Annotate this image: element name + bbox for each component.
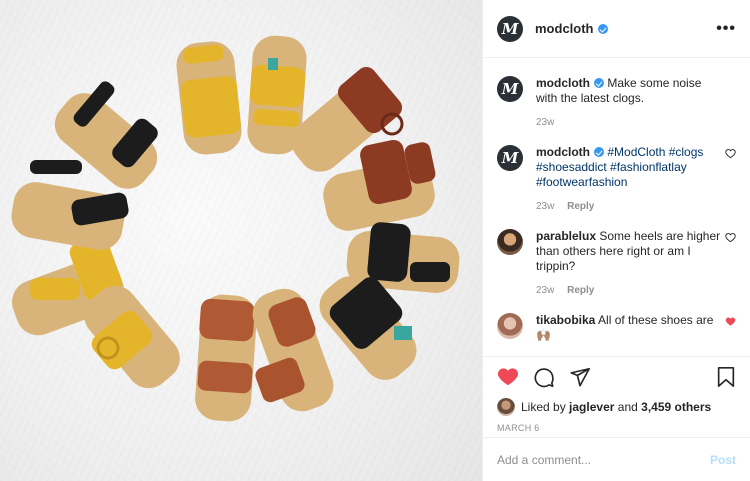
heart-small-icon[interactable] [725,232,736,243]
post-modal: M modcloth ••• M modcloth Make some nois… [0,0,750,481]
likes-connector: and [617,400,638,414]
clogs-flatlay-illustration [11,35,460,422]
comment-username[interactable]: tikabobika [536,313,595,327]
comment-avatar[interactable]: M [497,76,523,102]
comment-username[interactable]: modcloth [536,145,590,159]
comments-list: M modcloth Make some noise with the late… [483,59,750,356]
yellow-clog-top-left [176,41,242,155]
comment-text-block: tikabobika All of these shoes are 🙌🏽 [536,313,726,343]
more-icon[interactable]: ••• [716,20,736,38]
heart-small-icon[interactable] [725,148,736,159]
comment-avatar[interactable]: M [497,145,523,171]
comment-text-block: parablelux Some heels are higher than ot… [536,229,726,274]
comment-time[interactable]: 23w [536,201,554,212]
post-date[interactable]: MARCH 6 [497,423,736,433]
comment-text: All of these shoes are [598,313,714,327]
brown-clog-bottom-left [195,294,257,422]
comment-item: tikabobika All of these shoes are 🙌🏽 [497,296,736,343]
comment-body: parablelux Some heels are higher than ot… [536,212,726,296]
comment-icon[interactable] [533,366,555,388]
comment-time[interactable]: 23w [536,117,554,128]
account-avatar[interactable]: M [497,15,523,42]
action-icons [497,365,736,389]
likes-count[interactable]: 3,459 others [641,400,711,414]
heart-small-icon[interactable] [725,316,736,327]
likes-prefix: Liked by [521,400,566,414]
comment-meta: 23w Reply [536,201,726,212]
comment-body: modcloth Make some noise with the latest… [536,59,726,128]
comment-meta: 23w Reply [536,285,726,296]
heart-filled-icon[interactable] [497,366,519,388]
likes-summary: Liked by jaglever and 3,459 others [497,398,736,416]
post-header: M modcloth ••• [483,0,750,58]
comment-username[interactable]: parablelux [536,229,596,243]
share-icon[interactable] [569,366,591,388]
comment-item: parablelux Some heels are higher than ot… [497,212,736,296]
comment-time[interactable]: 23w [536,285,554,296]
account-username[interactable]: modcloth [535,21,594,36]
bookmark-icon[interactable] [716,366,736,388]
post-sidebar: M modcloth ••• M modcloth Make some nois… [482,0,750,481]
comment-avatar[interactable] [497,313,523,339]
liker-avatar[interactable] [497,398,515,416]
add-comment-bar: Post [483,437,750,481]
comment-item: M modcloth #ModCloth #clogs #shoesaddict… [497,128,736,212]
comment-avatar[interactable] [497,229,523,255]
black-clog-left-top [54,81,158,189]
caption: M modcloth Make some noise with the late… [497,59,736,128]
post-button[interactable]: Post [710,453,736,467]
comment-text-block: modcloth #ModCloth #clogs #shoesaddict #… [536,145,726,190]
verified-icon [594,147,604,157]
comment-emoji: 🙌🏽 [536,328,551,342]
comment-meta: 23w [536,117,726,128]
comment-body: modcloth #ModCloth #clogs #shoesaddict #… [536,128,726,212]
comment-input[interactable] [497,452,710,467]
reply-button[interactable]: Reply [567,201,594,212]
verified-icon [597,23,608,34]
verified-icon [594,78,604,88]
post-actions: Liked by jaglever and 3,459 others MARCH… [483,356,750,433]
comment-text-block: modcloth Make some noise with the latest… [536,76,726,106]
comment-username[interactable]: modcloth [536,76,590,90]
post-image[interactable] [0,0,482,481]
liker-username[interactable]: jaglever [569,400,614,414]
reply-button[interactable]: Reply [567,285,594,296]
comment-body: tikabobika All of these shoes are 🙌🏽 [536,296,726,343]
